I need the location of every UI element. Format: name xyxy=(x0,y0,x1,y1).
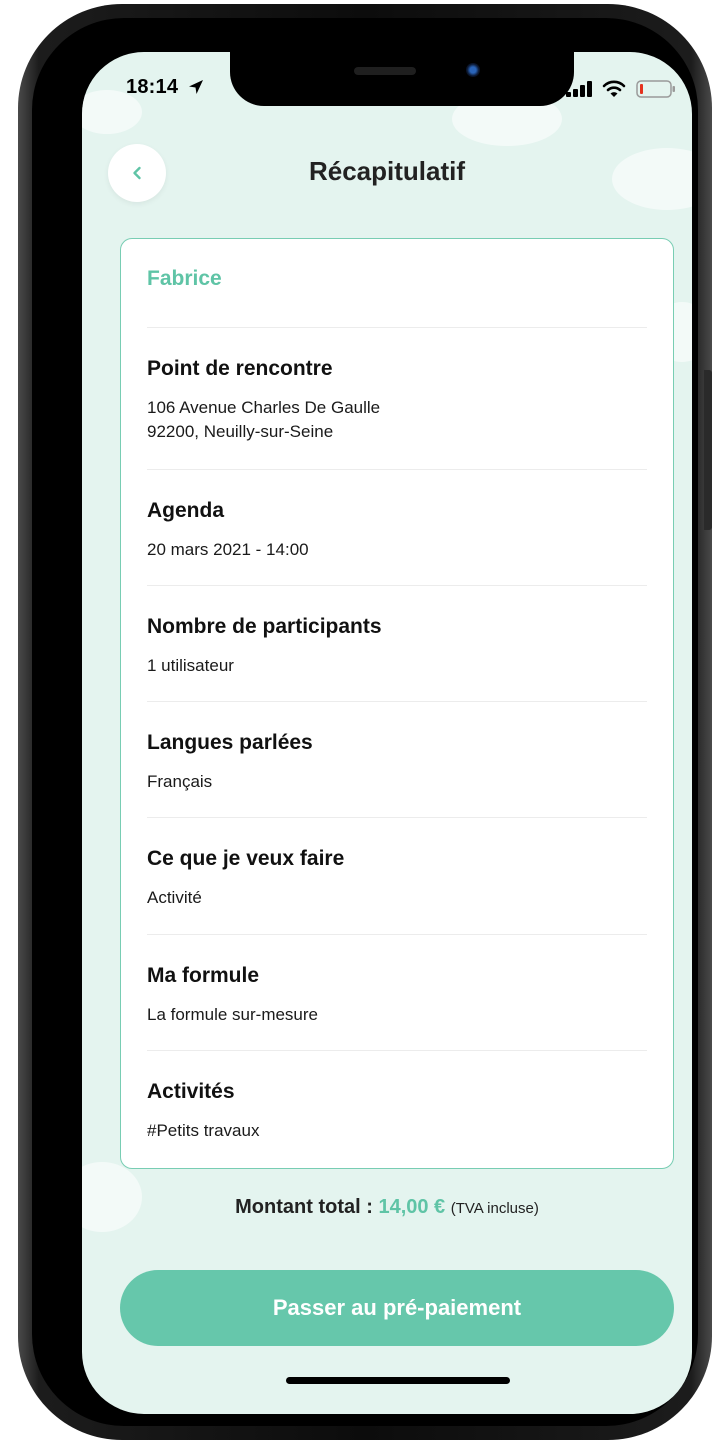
earpiece-speaker xyxy=(354,67,416,75)
status-time: 18:14 xyxy=(126,76,179,98)
guide-name: Fabrice xyxy=(147,267,222,290)
meeting-point-address-line1: 106 Avenue Charles De Gaulle xyxy=(147,398,381,417)
page-title: Récapitulatif xyxy=(308,156,466,186)
meeting-point-address-line2: 92200, Neuilly-sur-Seine xyxy=(147,422,334,441)
plan-value: La formule sur-mesure xyxy=(147,1005,319,1024)
app-screen: 18:14 Récapitulatif Fabrice Point de ren… xyxy=(82,52,692,1414)
front-camera xyxy=(466,63,480,77)
battery-low-icon xyxy=(636,80,675,98)
location-arrow-icon xyxy=(189,80,203,94)
phone-frame: 18:14 Récapitulatif Fabrice Point de ren… xyxy=(18,4,712,1440)
divider xyxy=(147,934,647,935)
divider xyxy=(147,585,647,586)
participants-value: 1 utilisateur xyxy=(147,656,234,675)
activities-value: #Petits travaux xyxy=(147,1121,260,1140)
plan-title: Ma formule xyxy=(147,964,260,987)
total-amount-row: Montant total : 14,00 € (TVA incluse) xyxy=(82,1196,692,1219)
home-indicator xyxy=(286,1377,510,1384)
activities-title: Activités xyxy=(147,1080,235,1103)
divider xyxy=(147,701,647,702)
participants-title: Nombre de participants xyxy=(147,615,382,638)
summary-card: Fabrice Point de rencontre 106 Avenue Ch… xyxy=(120,238,674,1169)
languages-value: Français xyxy=(147,772,213,791)
cellular-signal-icon xyxy=(566,81,592,97)
wish-value: Activité xyxy=(147,888,202,907)
tax-note: (TVA incluse) xyxy=(450,1200,539,1217)
total-amount: 14,00 € xyxy=(378,1196,446,1218)
agenda-value: 20 mars 2021 - 14:00 xyxy=(147,540,309,559)
proceed-to-prepayment-button[interactable]: Passer au pré-paiement xyxy=(120,1270,674,1346)
wish-title: Ce que je veux faire xyxy=(147,847,345,870)
notch xyxy=(230,52,574,106)
total-label: Montant total : xyxy=(235,1196,373,1218)
divider xyxy=(147,817,647,818)
power-button xyxy=(704,370,712,530)
divider xyxy=(147,327,647,328)
divider xyxy=(147,1050,647,1051)
divider xyxy=(147,469,647,470)
wifi-icon xyxy=(602,80,626,97)
meeting-point-title: Point de rencontre xyxy=(147,357,333,380)
languages-title: Langues parlées xyxy=(147,731,313,754)
agenda-title: Agenda xyxy=(147,499,225,522)
